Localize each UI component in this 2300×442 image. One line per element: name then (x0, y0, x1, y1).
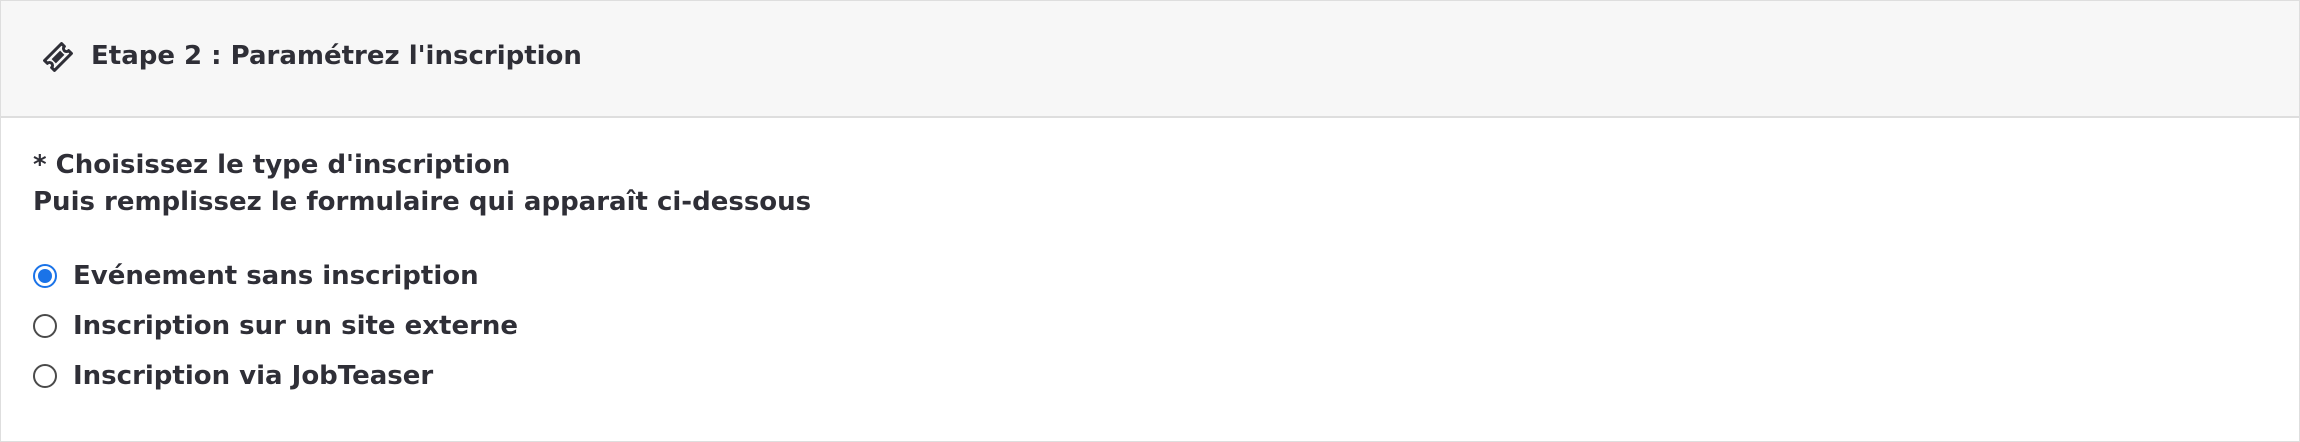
registration-settings-panel: Etape 2 : Paramétrez l'inscription * Cho… (0, 0, 2300, 442)
ticket-icon (41, 40, 75, 74)
instruction-line-required: * Choisissez le type d'inscription (33, 150, 511, 180)
registration-type-radio-group: Evénement sans inscription Inscription s… (33, 251, 518, 401)
radio-button-selected[interactable] (33, 264, 57, 288)
radio-option-label: Inscription sur un site externe (73, 311, 519, 341)
instructions: * Choisissez le type d'inscription Puis … (33, 147, 811, 221)
radio-option-jobteaser[interactable]: Inscription via JobTeaser (33, 351, 518, 401)
panel-header: Etape 2 : Paramétrez l'inscription (1, 1, 2299, 118)
instruction-line-form: Puis remplissez le formulaire qui appara… (33, 187, 812, 217)
radio-option-label: Inscription via JobTeaser (73, 361, 434, 391)
radio-option-no-registration[interactable]: Evénement sans inscription (33, 251, 518, 301)
radio-option-label: Evénement sans inscription (73, 261, 479, 291)
radio-button[interactable] (33, 364, 57, 388)
radio-button[interactable] (33, 314, 57, 338)
panel-title: Etape 2 : Paramétrez l'inscription (91, 41, 582, 71)
radio-option-external-site[interactable]: Inscription sur un site externe (33, 301, 518, 351)
